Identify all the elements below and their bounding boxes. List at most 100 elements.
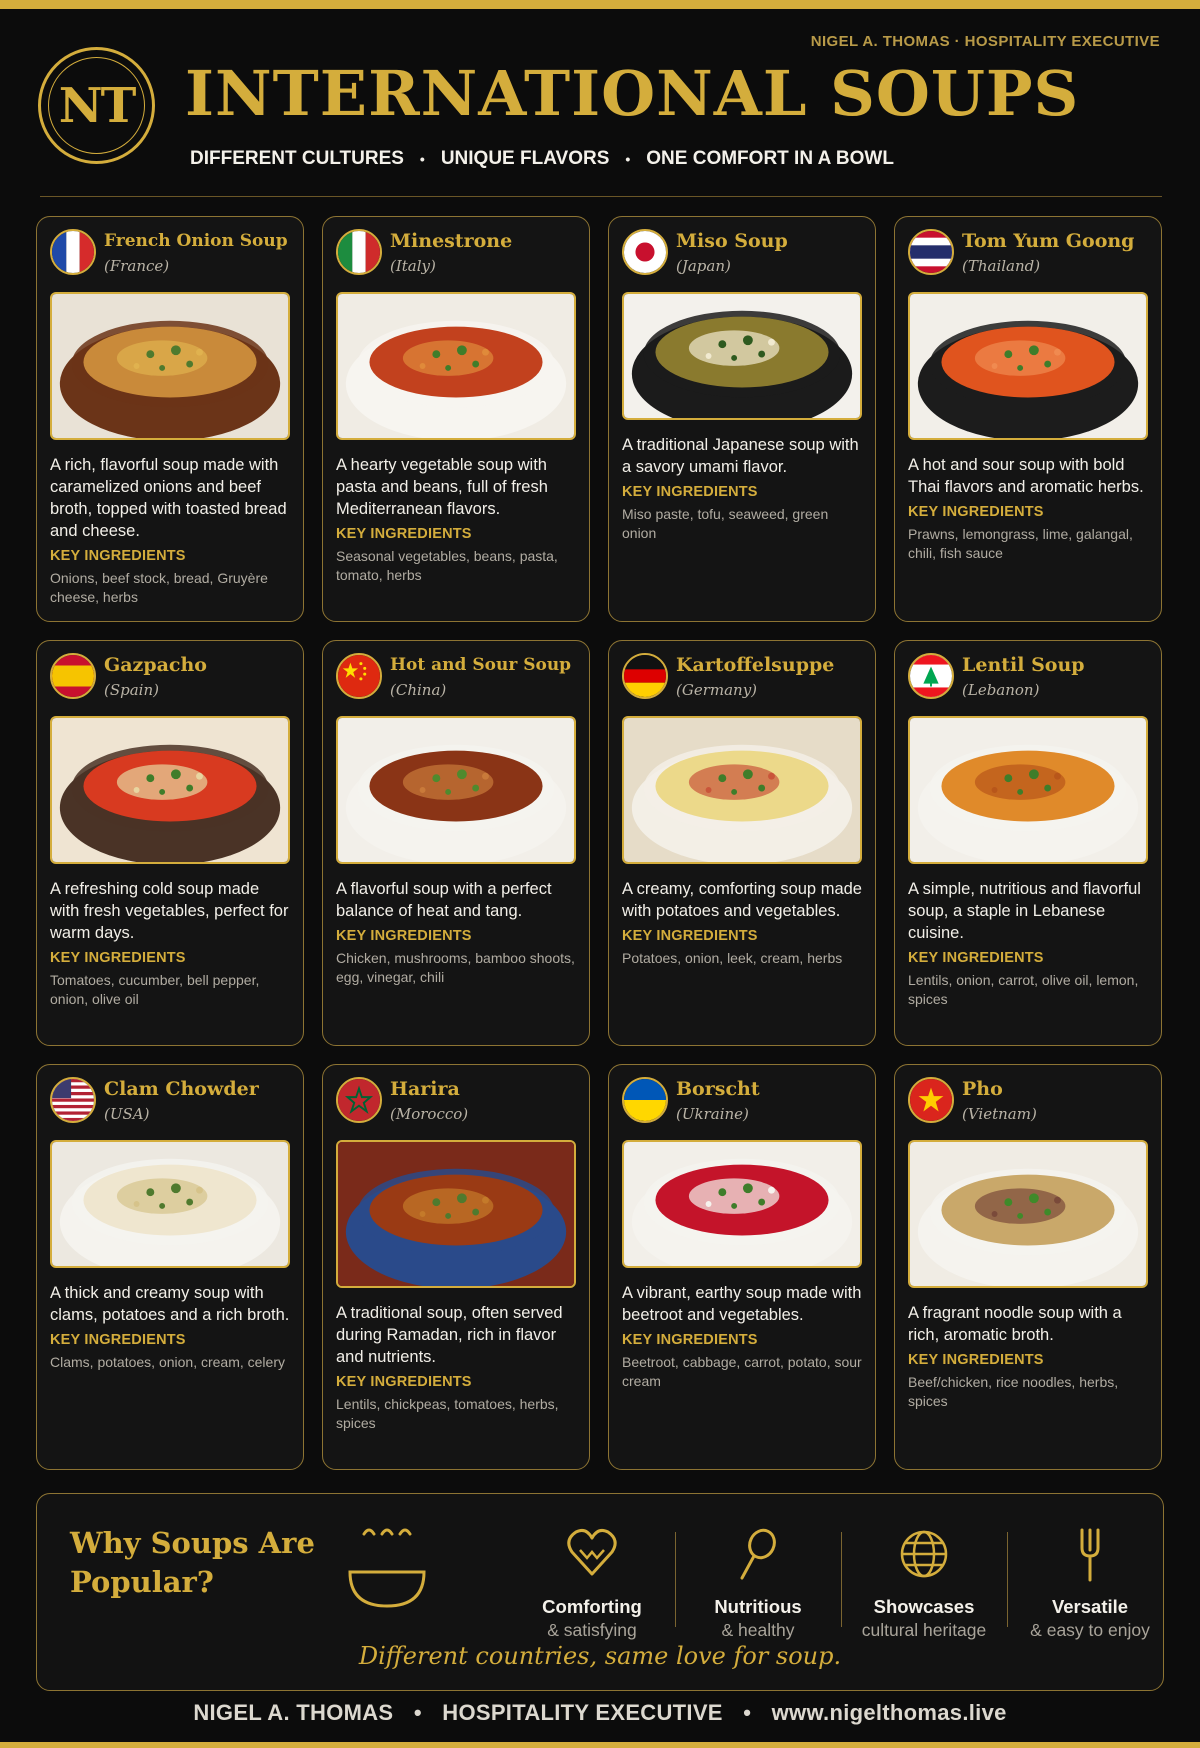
key-ingredients-label: KEY INGREDIENTS — [622, 484, 758, 500]
card-header: Clam Chowder (USA) — [50, 1077, 290, 1131]
tagline-separator: • — [419, 151, 425, 167]
miso-soup-photo — [622, 292, 862, 420]
footer-name: NIGEL A. THOMAS — [193, 1700, 394, 1725]
soup-country: (France) — [104, 257, 170, 275]
feature-subtitle: & satisfying — [547, 1620, 637, 1640]
key-ingredients-label: KEY INGREDIENTS — [50, 548, 186, 564]
germany-flag-icon — [622, 653, 668, 699]
soup-name: Gazpacho — [104, 654, 207, 676]
soup-description: A traditional soup, often served during … — [336, 1304, 563, 1366]
footer-separator: • — [743, 1700, 752, 1725]
header: NIGEL A. THOMAS · HOSPITALITY EXECUTIVE … — [0, 9, 1200, 199]
soup-name: Pho — [962, 1078, 1003, 1100]
feature-subtitle: & healthy — [721, 1620, 795, 1640]
tagline-part: DIFFERENT CULTURES — [190, 148, 404, 169]
soup-card: Hot and Sour Soup (China) A flavorful so… — [322, 640, 590, 1046]
soup-description: A hearty vegetable soup with pasta and b… — [336, 456, 548, 518]
spoon-leaf-icon — [740, 1528, 776, 1580]
key-ingredients-label: KEY INGREDIENTS — [336, 928, 472, 944]
tagline-part: ONE COMFORT IN A BOWL — [646, 148, 894, 169]
harira-photo — [336, 1140, 576, 1288]
feature-title: Showcases — [873, 1596, 975, 1617]
lentil-soup-photo — [908, 716, 1148, 864]
footer-separator: • — [413, 1700, 422, 1725]
minestrone-photo — [336, 292, 576, 440]
feature-list: Comforting & satisfying Nutritious & hea… — [509, 1524, 1173, 1641]
clam-chowder-photo — [50, 1140, 290, 1268]
soup-country: (USA) — [104, 1105, 150, 1123]
pho-photo — [908, 1140, 1148, 1288]
feature-title: Nutritious — [714, 1596, 802, 1617]
card-header: Pho (Vietnam) — [908, 1077, 1148, 1131]
soup-description: A fragrant noodle soup with a rich, arom… — [908, 1304, 1122, 1344]
feature-title: Comforting — [542, 1596, 642, 1617]
card-header: Hot and Sour Soup (China) — [336, 653, 576, 707]
globe-icon — [900, 1530, 948, 1578]
card-header: Harira (Morocco) — [336, 1077, 576, 1131]
soup-name: Borscht — [676, 1078, 760, 1100]
vietnam-flag-icon — [908, 1077, 954, 1123]
footer-website-link[interactable]: www.nigelthomas.live — [772, 1700, 1007, 1725]
soup-ingredients: Beef/chicken, rice noodles, herbs, spice… — [908, 1374, 1119, 1409]
card-header: Kartoffelsuppe (Germany) — [622, 653, 862, 707]
soup-ingredients: Prawns, lemongrass, lime, galangal, chil… — [908, 526, 1133, 561]
steaming-bowl-icon — [348, 1528, 426, 1608]
gazpacho-photo — [50, 716, 290, 864]
card-header: Lentil Soup (Lebanon) — [908, 653, 1148, 707]
tagline-part: UNIQUE FLAVORS — [440, 148, 610, 169]
footer-role: HOSPITALITY EXECUTIVE — [442, 1700, 723, 1725]
byline: NIGEL A. THOMAS · HOSPITALITY EXECUTIVE — [810, 33, 1160, 50]
soup-ingredients: Chicken, mushrooms, bamboo shoots, egg, … — [336, 950, 575, 985]
key-ingredients-label: KEY INGREDIENTS — [622, 1332, 758, 1348]
soup-country: (Thailand) — [962, 257, 1041, 275]
tagline-separator: • — [625, 151, 631, 167]
soup-country: (Italy) — [390, 257, 436, 275]
soup-description: A hot and sour soup with bold Thai flavo… — [908, 456, 1144, 496]
soup-name: Tom Yum Goong — [962, 230, 1135, 252]
footer: NIGEL A. THOMAS • HOSPITALITY EXECUTIVE … — [0, 1700, 1200, 1726]
soup-country: (Lebanon) — [962, 681, 1040, 699]
soup-ingredients: Seasonal vegetables, beans, pasta, tomat… — [336, 548, 558, 583]
soup-country: (Morocco) — [390, 1105, 469, 1123]
soup-name: Miso Soup — [676, 230, 788, 252]
soup-ingredients: Lentils, onion, carrot, olive oil, lemon… — [908, 972, 1139, 1007]
soup-card: Borscht (Ukraine) A vibrant, earthy soup… — [608, 1064, 876, 1470]
soup-name: French Onion Soup — [104, 231, 288, 251]
soup-card: Tom Yum Goong (Thailand) A hot and sour … — [894, 216, 1162, 622]
spain-flag-icon — [50, 653, 96, 699]
usa-flag-icon — [50, 1077, 96, 1123]
soup-name: Clam Chowder — [104, 1078, 259, 1100]
why-title-line: Why Soups Are — [70, 1526, 315, 1560]
key-ingredients-label: KEY INGREDIENTS — [50, 1332, 186, 1348]
fork-icon — [1080, 1528, 1100, 1582]
why-title-line: Popular? — [70, 1565, 214, 1599]
feature-title: Versatile — [1051, 1596, 1129, 1617]
soup-name: Lentil Soup — [962, 654, 1085, 676]
soup-ingredients: Beetroot, cabbage, carrot, potato, sour … — [622, 1354, 862, 1389]
soup-name: Minestrone — [390, 230, 513, 252]
soup-description: A flavorful soup with a perfect balance … — [336, 880, 552, 920]
card-header: Minestrone (Italy) — [336, 229, 576, 283]
soup-description: A simple, nutritious and flavorful soup,… — [908, 880, 1141, 942]
feature-nutritious: Nutritious & healthy — [675, 1524, 841, 1641]
france-flag-icon — [50, 229, 96, 275]
soup-country: (Ukraine) — [676, 1105, 749, 1123]
soup-name: Hot and Sour Soup — [390, 655, 572, 675]
soup-country: (Germany) — [676, 681, 758, 699]
key-ingredients-label: KEY INGREDIENTS — [908, 504, 1044, 520]
key-ingredients-label: KEY INGREDIENTS — [908, 950, 1044, 966]
morocco-flag-icon — [336, 1077, 382, 1123]
soup-card: Gazpacho (Spain) A refreshing cold soup … — [36, 640, 304, 1046]
soup-ingredients: Potatoes, onion, leek, cream, herbs — [622, 950, 843, 966]
heart-icon — [567, 1529, 617, 1576]
soup-description: A refreshing cold soup made with fresh v… — [50, 880, 289, 942]
soup-country: (China) — [390, 681, 447, 699]
lebanon-flag-icon — [908, 653, 954, 699]
soup-name: Kartoffelsuppe — [676, 654, 835, 676]
soup-description: A creamy, comforting soup made with pota… — [622, 880, 862, 920]
soup-ingredients: Miso paste, tofu, seaweed, green onion — [622, 506, 829, 541]
key-ingredients-label: KEY INGREDIENTS — [336, 526, 472, 542]
slogan: Different countries, same love for soup. — [358, 1642, 842, 1670]
soup-card: Harira (Morocco) A traditional soup, oft… — [322, 1064, 590, 1470]
header-divider — [40, 196, 1162, 197]
